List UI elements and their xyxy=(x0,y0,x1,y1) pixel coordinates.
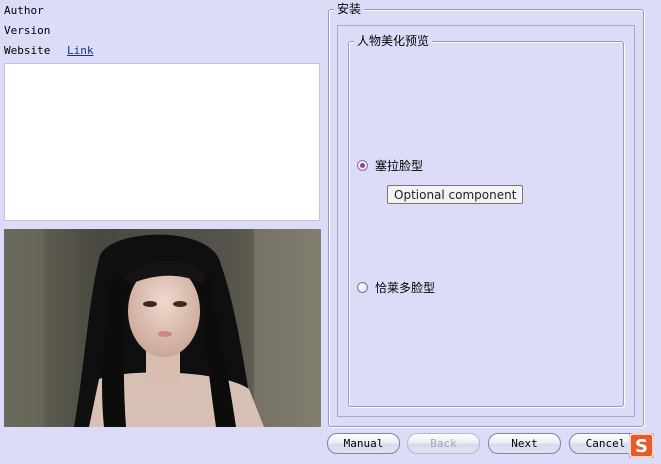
description-box xyxy=(4,63,320,221)
preview-image xyxy=(4,229,321,427)
manual-button[interactable]: Manual xyxy=(327,433,400,454)
radio-checked-icon[interactable] xyxy=(357,159,368,171)
next-button[interactable]: Next xyxy=(488,433,561,454)
radio-unchecked-icon[interactable] xyxy=(357,281,368,293)
logo-glyph: S xyxy=(629,433,654,458)
option-label: 塞拉脸型 xyxy=(375,158,424,173)
site-logo: S xyxy=(629,433,654,458)
install-group-title: 安装 xyxy=(334,2,365,16)
website-link[interactable]: Link xyxy=(67,44,94,57)
back-button[interactable]: Back xyxy=(407,433,480,454)
version-label: Version xyxy=(4,24,51,37)
preview-options-group xyxy=(348,41,624,407)
tooltip: Optional component xyxy=(387,185,524,204)
character-portrait xyxy=(4,229,321,427)
preview-options-group-title: 人物美化预览 xyxy=(354,34,433,48)
website-label: Website xyxy=(4,44,51,57)
logo-text: S xyxy=(635,436,648,457)
author-label: Author xyxy=(4,4,44,17)
option-serana-face[interactable]: 塞拉脸型 xyxy=(357,157,423,173)
option-label: 恰莱多脸型 xyxy=(375,280,436,295)
option-second-face[interactable]: 恰莱多脸型 xyxy=(357,279,435,295)
website-row: Website Link xyxy=(4,44,93,58)
